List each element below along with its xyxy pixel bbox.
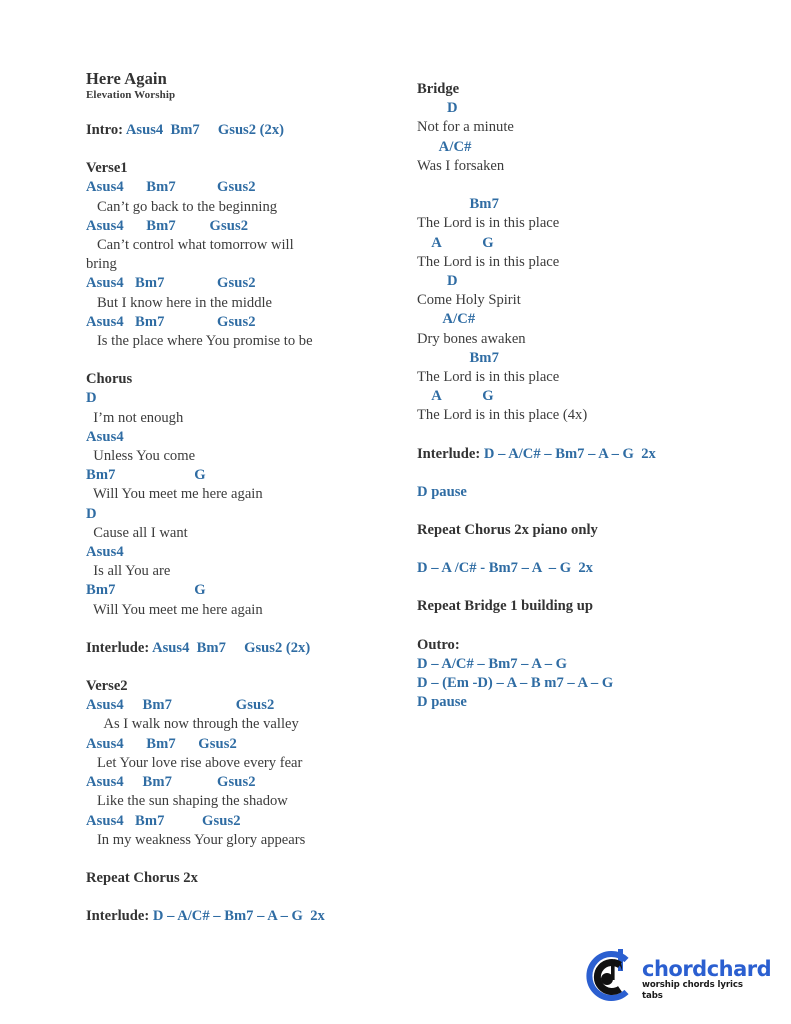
chord-line: Bm7 (417, 196, 499, 213)
lyric-line: Not for a minute (417, 119, 514, 136)
chord-line: Asus4 Bm7 Gsus2 (86, 179, 256, 196)
chord-line: A/C# (417, 138, 472, 155)
intro-section: Intro: Asus4 Bm7 Gsus2 (2x) (86, 121, 406, 140)
logo-text-block: chordchard worship chords lyrics tabs (642, 957, 772, 1002)
interlude-2-chords: D – A/C# – Bm7 – A – G 2x (152, 908, 325, 925)
chord-line: Asus4 (86, 428, 124, 445)
logo-wordmark: chordchard (642, 957, 772, 981)
chord-line: Asus4 Bm7 Gsus2 (86, 697, 275, 714)
artist-name: Elevation Worship (86, 89, 176, 101)
repeat-chorus-piano-label: Repeat Chorus 2x piano only (417, 522, 598, 539)
chord-line: Asus4 (86, 544, 124, 561)
lyric-line: Can’t go back to the beginning (86, 198, 278, 215)
interlude-1-label: Interlude: (86, 639, 153, 656)
interlude-2-section: Interlude: D – A/C# – Bm7 – A – G 2x (86, 907, 406, 926)
chord-line: Asus4 Bm7 Gsus2 (86, 812, 241, 829)
lyric-line: Unless You come (86, 448, 196, 465)
chord-line: Asus4 Bm7 Gsus2 (86, 275, 256, 292)
lyric-line: Like the sun shaping the shadow (86, 793, 288, 810)
interlude-3-label: Interlude: (417, 445, 484, 462)
right-column: Bridge D Not for a minute A/C# Was I for… (417, 70, 737, 712)
outro-line: D pause (417, 694, 467, 711)
lyric-line: The Lord is in this place (417, 369, 560, 386)
chordchard-logo[interactable]: chordchard worship chords lyrics tabs (580, 944, 772, 1008)
chord-line: A G (417, 388, 494, 405)
lyric-line: As I walk now through the valley (86, 716, 299, 733)
chord-line: D (86, 505, 97, 522)
interlude-1-section: Interlude: Asus4 Bm7 Gsus2 (2x) (86, 639, 406, 658)
lyric-line: Come Holy Spirit (417, 292, 521, 309)
outro-line: D – (Em -D) – A – B m7 – A – G (417, 675, 614, 692)
lyric-line: Cause all I want (86, 524, 188, 541)
interlude-2-label: Interlude: (86, 908, 153, 925)
repeat-bridge-label: Repeat Bridge 1 building up (417, 598, 593, 615)
verse2-heading: Verse2 (86, 678, 128, 695)
chord-line: Asus4 Bm7 Gsus2 (86, 313, 256, 330)
left-column: Here Again Elevation Worship Intro: Asus… (86, 70, 406, 926)
lyric-line: But I know here in the middle (86, 294, 273, 311)
lyric-line: In my weakness Your glory appears (86, 831, 306, 848)
chord-line: Bm7 (417, 349, 499, 366)
chord-line: Bm7 G (86, 582, 206, 599)
chord-line: A/C# (417, 311, 476, 328)
chorus-heading: Chorus (86, 371, 133, 388)
lyric-line: bring (86, 256, 117, 273)
intro-label: Intro: (86, 122, 126, 138)
lyric-line: Dry bones awaken (417, 330, 526, 347)
d-pause-1: D pause (417, 483, 467, 500)
chord-line: Asus4 Bm7 Gsus2 (86, 774, 256, 791)
chord-line: Asus4 Bm7 Gsus2 (86, 735, 237, 752)
chord-line: D (417, 100, 458, 117)
lyric-line: Was I forsaken (417, 157, 505, 174)
bridge-heading: Bridge (417, 81, 460, 97)
verse1-heading: Verse1 (86, 160, 128, 177)
lyric-line: Let Your love rise above every fear (86, 754, 303, 771)
chord-chart-page: Here Again Elevation Worship Intro: Asus… (0, 0, 791, 1024)
outro-line: D – A/C# – Bm7 – A – G (417, 655, 568, 672)
page-title: Here Again (86, 69, 167, 88)
interlude-1-chords: Asus4 Bm7 Gsus2 (2x) (152, 639, 311, 656)
lyric-line: Is all You are (86, 563, 171, 580)
lyric-line: Will You meet me here again (86, 601, 263, 618)
chordchard-logo-mark-icon (580, 946, 640, 1006)
intro-chords: Asus4 Bm7 Gsus2 (2x) (125, 122, 284, 138)
lyric-line: The Lord is in this place (4x) (417, 407, 588, 424)
lyric-line: Will You meet me here again (86, 486, 263, 503)
lyric-line: The Lord is in this place (417, 215, 560, 232)
chord-line: Asus4 Bm7 Gsus2 (86, 217, 249, 234)
progression-line: D – A /C# - Bm7 – A – G 2x (417, 560, 593, 577)
repeat-chorus-label: Repeat Chorus 2x (86, 869, 198, 886)
interlude-3-chords: D – A/C# – Bm7 – A – G 2x (483, 445, 656, 462)
chord-line: Bm7 G (86, 467, 206, 484)
chord-line: A G (417, 234, 494, 251)
lyric-line: I’m not enough (86, 409, 184, 426)
lyric-line: Is the place where You promise to be (86, 333, 313, 350)
lyric-line: The Lord is in this place (417, 253, 560, 270)
lyric-line: Can’t control what tomorrow will (86, 237, 294, 254)
interlude-3-section: Interlude: D – A/C# – Bm7 – A – G 2x (417, 445, 737, 464)
chord-line: D (417, 273, 458, 290)
logo-tagline: worship chords lyrics tabs (642, 980, 743, 1001)
outro-heading: Outro: (417, 636, 460, 653)
chord-line: D (86, 390, 97, 407)
